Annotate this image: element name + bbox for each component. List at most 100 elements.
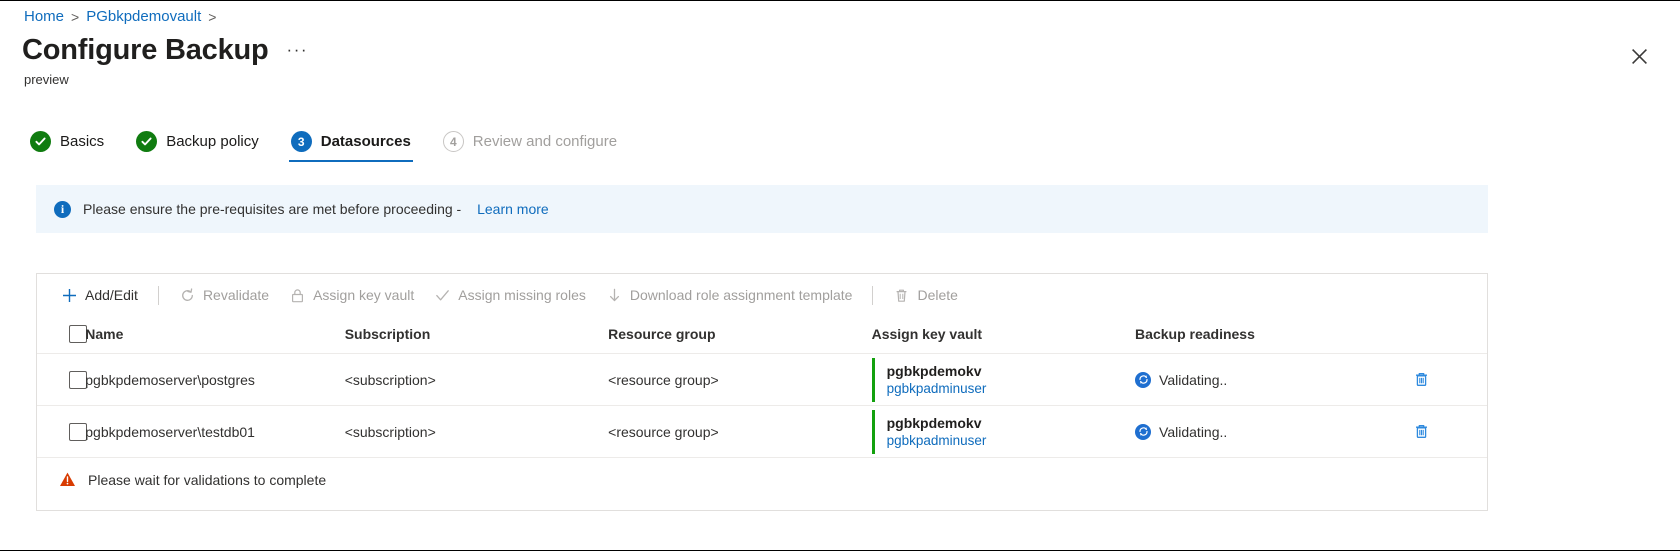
table-row[interactable]: pgbkpdemoserver\postgres <subscription> … <box>37 353 1487 406</box>
readiness-status: Validating.. <box>1135 423 1386 440</box>
refresh-icon <box>179 287 196 304</box>
wizard-step-review-and-configure[interactable]: 4 Review and configure <box>441 127 631 162</box>
cell-resource-group: <resource group> <box>608 405 872 458</box>
readiness-label: Validating.. <box>1159 371 1228 388</box>
assign-missing-roles-button[interactable]: Assign missing roles <box>424 282 596 309</box>
page-title: Configure Backup <box>22 34 269 66</box>
resource-group-value: <resource group> <box>608 371 719 388</box>
close-button[interactable] <box>1626 43 1652 69</box>
datasource-name: pgbkpdemoserver\postgres <box>85 371 255 388</box>
cell-subscription: <subscription> <box>344 353 609 406</box>
step-number-badge: 4 <box>442 131 464 152</box>
subscription-value: <subscription> <box>344 423 436 440</box>
table-row[interactable]: pgbkpdemoserver\testdb01 <subscription> … <box>37 405 1487 458</box>
row-delete-button[interactable] <box>1408 419 1434 445</box>
close-icon <box>1631 48 1648 65</box>
toolbar-divider <box>157 285 159 305</box>
download-role-assignment-template-button[interactable]: Download role assignment template <box>596 282 863 309</box>
page-subtitle: preview <box>24 72 69 87</box>
cell-assign-key-vault: pgbkpdemokv pgbkpadminuser <box>871 353 1136 406</box>
toolbar-item-label: Assign key vault <box>313 287 415 303</box>
breadcrumb-separator-icon-2: > <box>208 8 217 25</box>
column-header-actions <box>1386 316 1487 354</box>
configure-backup-blade: Home > PGbkpdemovault > Configure Backup… <box>0 0 1680 551</box>
check-icon <box>434 287 451 304</box>
revalidate-button[interactable]: Revalidate <box>169 282 279 309</box>
toolbar-item-label: Add/Edit <box>85 287 138 303</box>
title-row: Configure Backup ··· <box>22 33 308 67</box>
info-banner-text: Please ensure the pre-requisites are met… <box>83 201 466 217</box>
cell-name: pgbkpdemoserver\postgres <box>85 353 345 406</box>
resource-group-value: <resource group> <box>608 423 719 440</box>
cell-subscription: <subscription> <box>344 405 609 458</box>
key-vault-user-link[interactable]: pgbkpadminuser <box>887 381 1135 396</box>
download-icon <box>606 287 623 304</box>
select-all-header <box>37 316 87 354</box>
toolbar-item-label: Assign missing roles <box>458 287 586 303</box>
cell-backup-readiness: Validating.. <box>1135 405 1387 458</box>
readiness-status: Validating.. <box>1135 371 1386 388</box>
sync-icon <box>1135 423 1152 440</box>
wizard-step-label: Review and configure <box>472 133 618 150</box>
column-header-subscription[interactable]: Subscription <box>344 316 609 354</box>
column-header-resource-group[interactable]: Resource group <box>608 316 872 354</box>
readiness-label: Validating.. <box>1159 423 1228 440</box>
subscription-value: <subscription> <box>344 371 436 388</box>
key-vault-name: pgbkpdemokv <box>886 363 982 379</box>
toolbar-item-label: Delete <box>917 287 958 303</box>
wizard-steps: Basics Backup policy 3 Datasources 4 Rev… <box>28 127 631 162</box>
lock-icon <box>289 287 306 304</box>
add-edit-button[interactable]: Add/Edit <box>51 282 148 309</box>
wizard-step-label: Basics <box>60 133 105 150</box>
datasources-toolbar: Add/Edit Revalidate Assign key vault Ass… <box>37 274 1487 316</box>
wizard-step-backup-policy[interactable]: Backup policy <box>134 127 273 162</box>
delete-button[interactable]: Delete <box>883 282 967 309</box>
breadcrumb-item-home[interactable]: Home <box>24 8 64 25</box>
trash-icon <box>893 287 910 304</box>
key-vault-user-link[interactable]: pgbkpadminuser <box>887 433 1135 448</box>
more-options-button[interactable]: ··· <box>287 40 308 67</box>
check-circle-icon <box>30 131 51 152</box>
row-delete-button[interactable] <box>1408 367 1434 393</box>
datasources-table: Name Subscription Resource group Assign … <box>37 316 1487 458</box>
wizard-step-basics[interactable]: Basics <box>28 127 118 162</box>
trash-icon <box>1413 371 1430 388</box>
row-select-cell <box>37 405 87 458</box>
sync-icon <box>1135 371 1152 388</box>
toolbar-item-label: Download role assignment template <box>629 287 853 303</box>
step-number-badge: 3 <box>290 131 312 152</box>
wizard-step-label: Datasources <box>320 133 411 150</box>
datasource-name: pgbkpdemoserver\testdb01 <box>85 423 255 440</box>
toolbar-divider-2 <box>872 285 874 305</box>
assign-key-vault-button[interactable]: Assign key vault <box>279 282 424 309</box>
info-icon: i <box>54 200 71 218</box>
cell-actions <box>1386 353 1487 406</box>
breadcrumb: Home > PGbkpdemovault > <box>24 8 216 25</box>
column-header-name[interactable]: Name <box>85 316 345 354</box>
breadcrumb-separator-icon: > <box>71 8 80 25</box>
table-header-row: Name Subscription Resource group Assign … <box>37 316 1487 354</box>
wizard-step-datasources[interactable]: 3 Datasources <box>288 127 425 162</box>
cell-backup-readiness: Validating.. <box>1135 353 1387 406</box>
cell-resource-group: <resource group> <box>608 353 872 406</box>
wizard-step-label: Backup policy <box>166 133 259 150</box>
trash-icon <box>1413 423 1430 440</box>
key-vault-name: pgbkpdemokv <box>886 415 982 431</box>
column-header-backup-readiness[interactable]: Backup readiness <box>1135 316 1387 354</box>
plus-icon <box>61 287 78 304</box>
prerequisites-info-banner: i Please ensure the pre-requisites are m… <box>36 185 1488 233</box>
learn-more-link[interactable]: Learn more <box>477 201 549 217</box>
toolbar-item-label: Revalidate <box>202 287 270 303</box>
breadcrumb-item-vault[interactable]: PGbkpdemovault <box>86 8 201 25</box>
key-vault-block: pgbkpdemokv pgbkpadminuser <box>871 357 1135 402</box>
row-select-cell <box>37 353 87 406</box>
validation-warning: Please wait for validations to complete <box>37 458 1487 488</box>
key-vault-block: pgbkpdemokv pgbkpadminuser <box>871 409 1135 454</box>
validation-warning-text: Please wait for validations to complete <box>88 471 327 488</box>
check-circle-icon <box>136 131 158 152</box>
cell-assign-key-vault: pgbkpdemokv pgbkpadminuser <box>871 405 1136 458</box>
cell-name: pgbkpdemoserver\testdb01 <box>85 405 345 458</box>
column-header-assign-key-vault[interactable]: Assign key vault <box>871 316 1136 354</box>
cell-actions <box>1386 405 1487 458</box>
datasources-panel: Add/Edit Revalidate Assign key vault Ass… <box>36 273 1488 511</box>
